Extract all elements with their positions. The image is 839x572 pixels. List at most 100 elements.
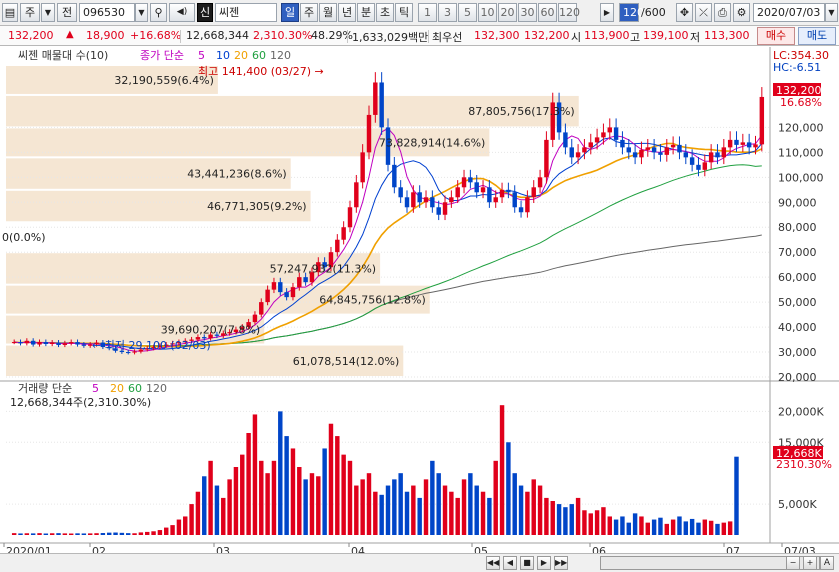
interval-5-button[interactable]: 5 — [458, 3, 477, 22]
volume-bar — [68, 533, 74, 535]
sell-button[interactable]: 매도 — [798, 27, 836, 45]
zoom-out-icon[interactable]: − — [786, 556, 800, 570]
stop-icon[interactable]: ■ — [520, 556, 534, 570]
print-icon[interactable]: ⎙ — [714, 3, 731, 22]
count-input[interactable]: 120 — [619, 3, 644, 22]
volume-bar — [284, 436, 289, 535]
volume-bar — [480, 491, 486, 535]
volume-bar — [537, 485, 543, 535]
candle-body — [360, 152, 365, 183]
sound-icon[interactable]: ◀) — [169, 3, 195, 22]
interval-120-button[interactable]: 120 — [558, 3, 580, 22]
last-icon[interactable]: ▶▶ — [554, 556, 568, 570]
candle-body — [537, 177, 543, 188]
next-icon[interactable]: ▶ — [537, 556, 551, 570]
open-value: 113,900 — [584, 29, 630, 42]
volume-bar — [411, 485, 416, 535]
candle-body — [563, 132, 568, 148]
volume-bar — [81, 533, 87, 535]
price-tick-label: 100,000 — [778, 171, 824, 184]
volume-bar — [436, 473, 441, 535]
amount-value: 1,633,029백만 — [352, 31, 429, 44]
volume-value: 12,668,344 — [186, 29, 249, 42]
volume-bar — [455, 497, 460, 535]
ma-period-label: 60 — [252, 49, 266, 62]
period-5-button[interactable]: 초 — [376, 3, 394, 22]
interval-30-button[interactable]: 30 — [518, 3, 537, 22]
candle-body — [436, 207, 441, 215]
candle-body — [512, 192, 517, 208]
cross-icon[interactable]: ✥ — [676, 3, 693, 22]
divider — [180, 30, 181, 43]
compare-icon[interactable]: ⤫ — [695, 3, 712, 22]
date-dropdown-icon[interactable]: ▼ — [825, 3, 838, 22]
interval-20-button[interactable]: 20 — [498, 3, 517, 22]
stock-name-field[interactable]: 씨젠 — [215, 3, 277, 22]
volume-tick-label: 20,000K — [778, 405, 824, 418]
period-6-button[interactable]: 틱 — [395, 3, 413, 22]
market-dropdown-icon[interactable]: ▼ — [41, 3, 55, 22]
search-icon[interactable]: ⚲ — [150, 3, 167, 22]
period-3-button[interactable]: 년 — [338, 3, 356, 22]
candle-body — [626, 147, 631, 153]
volume-bar — [366, 473, 372, 535]
volume-profile-label: 64,845,756(12.8%) — [319, 294, 426, 307]
interval-1-button[interactable]: 1 — [418, 3, 437, 22]
volume-bar — [322, 448, 327, 535]
candle-body — [271, 282, 277, 290]
period-1-button[interactable]: 주 — [300, 3, 318, 22]
first-icon[interactable]: ◀◀ — [486, 556, 500, 570]
up-arrow-icon: ▲ — [66, 29, 74, 40]
price-chart[interactable]: 120,000 110,000 100,000 90,000 80,000 70,000 6… — [0, 47, 839, 559]
period-4-button[interactable]: 분 — [357, 3, 375, 22]
volume-bar — [442, 485, 448, 535]
candle-body — [392, 164, 397, 188]
candle-body — [62, 343, 68, 346]
volume-bar — [689, 518, 695, 535]
interval-60-button[interactable]: 60 — [538, 3, 557, 22]
volume-bar — [670, 519, 676, 535]
candle-body — [588, 142, 593, 148]
period-2-button[interactable]: 월 — [319, 3, 337, 22]
gear-icon[interactable]: ⚙ — [733, 3, 750, 22]
candle-body — [702, 162, 708, 170]
code-input[interactable]: 096530 — [79, 3, 135, 22]
period-0-button[interactable]: 일 — [281, 3, 299, 22]
new-badge: 신 — [197, 3, 213, 22]
market-select[interactable]: 주 — [20, 3, 40, 22]
volume-bar — [271, 460, 277, 535]
volume-bar — [259, 460, 264, 535]
volume-bar — [176, 519, 182, 535]
volume-bar — [544, 497, 549, 535]
candle-body — [658, 152, 663, 155]
candle-body — [37, 342, 42, 345]
interval-10-button[interactable]: 10 — [478, 3, 497, 22]
ma-period-label: 10 — [216, 49, 230, 62]
window-menu-icon[interactable]: ▤ — [2, 3, 18, 22]
date-input[interactable]: 2020/07/03 — [753, 3, 825, 22]
buy-button[interactable]: 매수 — [757, 27, 795, 45]
candle-body — [347, 207, 353, 228]
volume-bar — [487, 497, 492, 535]
volume-bar — [607, 516, 612, 535]
candle-body — [582, 147, 587, 153]
candle-body — [613, 127, 619, 140]
volume-ma-label: 20 — [110, 382, 124, 395]
candle-body — [379, 82, 384, 128]
candle-body — [430, 197, 435, 208]
code-dropdown-icon[interactable]: ▼ — [135, 3, 148, 22]
prev-icon[interactable]: ◀ — [503, 556, 517, 570]
next-arrow-icon[interactable]: ▶ — [600, 3, 614, 22]
font-size-icon[interactable]: A — [820, 556, 834, 570]
chart-area[interactable]: 120,000 110,000 100,000 90,000 80,000 70,000 6… — [0, 47, 839, 559]
volume-bar — [569, 504, 574, 535]
type-select[interactable]: 전 — [57, 3, 77, 22]
candle-body — [259, 302, 264, 315]
candle-body — [677, 144, 682, 153]
zoom-in-icon[interactable]: + — [803, 556, 817, 570]
interval-3-button[interactable]: 3 — [438, 3, 457, 22]
candle-body — [696, 164, 701, 170]
volume-bar — [252, 414, 258, 535]
volume-bar — [49, 533, 55, 535]
volume-bar — [335, 436, 340, 535]
